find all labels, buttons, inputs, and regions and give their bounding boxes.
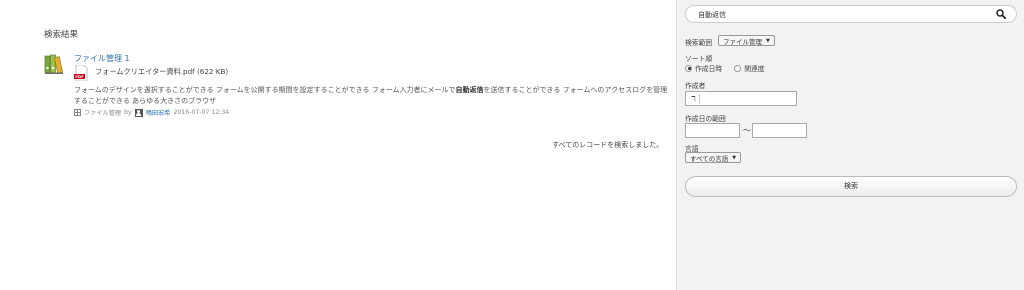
search-input[interactable]: [698, 9, 988, 20]
date-range-separator: 〜: [743, 126, 751, 135]
binder-icon: [44, 54, 63, 74]
chevron-down-icon: ▼: [766, 37, 770, 44]
attachment-file-name[interactable]: フォームクリエイター資料.pdf (622 KB): [95, 67, 228, 77]
scope-select[interactable]: ファイル管理 ▼: [718, 35, 775, 46]
pdf-file-icon: PDF: [74, 65, 88, 81]
language-select[interactable]: すべての言語 ▼: [685, 152, 742, 163]
snippet-text-before: フォームのデザインを選択することができる フォームを公開する期間を設定することが…: [74, 86, 456, 94]
search-box[interactable]: [685, 5, 1017, 23]
by-label: by: [124, 109, 132, 116]
main-content: 検索結果 ファイル管理 1 PDF フォームクリエイター資料.pdf (622 …: [0, 0, 676, 290]
chevron-down-icon: ▼: [732, 154, 737, 161]
scope-select-value: ファイル管理: [723, 37, 762, 46]
user-picker-icon[interactable]: ℸ: [688, 94, 700, 104]
search-icon[interactable]: [996, 9, 1006, 19]
sort-option-created-label[interactable]: 作成日時: [695, 63, 722, 73]
language-select-value: すべての言語: [690, 154, 729, 163]
table-icon: [74, 109, 81, 116]
search-sidebar: 検索範囲 ファイル管理 ▼ ソート順 作成日時 関連度 作成者 ℸ 作成日の範囲…: [676, 0, 1024, 290]
creator-field[interactable]: ℸ: [685, 91, 797, 106]
result-meta: ファイル管理 by 鳴田宏希 2016-07-07 12:34: [74, 108, 229, 117]
date-from-input[interactable]: [685, 123, 740, 138]
creator-label: 作成者: [685, 82, 706, 90]
sort-option-relevance-label[interactable]: 関連度: [744, 63, 764, 73]
result-snippet: フォームのデザインを選択することができる フォームを公開する期間を設定することが…: [74, 85, 674, 106]
sort-label: ソート順: [685, 55, 713, 63]
snippet-highlight: 自動返信: [455, 86, 484, 94]
search-button[interactable]: 検索: [685, 176, 1017, 197]
result-timestamp: 2016-07-07 12:34: [173, 109, 230, 116]
scope-label: 検索範囲: [685, 39, 713, 47]
result-author[interactable]: 鳴田宏希: [146, 108, 171, 117]
user-icon: [134, 108, 143, 117]
date-range-label: 作成日の範囲: [685, 115, 726, 123]
result-category[interactable]: ファイル管理: [84, 108, 121, 117]
date-to-input[interactable]: [752, 123, 807, 138]
result-title-link[interactable]: ファイル管理 1: [74, 53, 130, 64]
sort-radio-relevance[interactable]: [734, 64, 742, 72]
sort-radio-created[interactable]: [685, 64, 692, 72]
all-records-status: すべてのレコードを検索しました。: [552, 141, 664, 149]
sort-options: 作成日時 関連度: [685, 63, 765, 73]
results-heading: 検索結果: [44, 30, 79, 40]
svg-text:PDF: PDF: [75, 74, 84, 79]
